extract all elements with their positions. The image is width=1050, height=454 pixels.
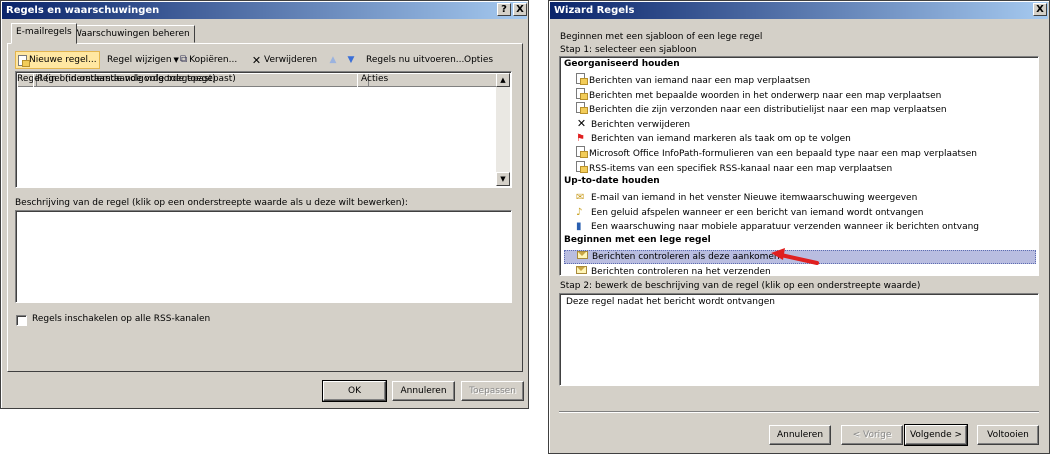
move-up-button[interactable]: ▲ [328, 51, 338, 69]
alert-icon: ✉ [576, 192, 585, 204]
template-item[interactable]: Berichten van iemand naar een map verpla… [576, 73, 811, 89]
description-label: Beschrijving van de regel (klik op een o… [15, 198, 408, 208]
delete-icon: ✕ [251, 53, 262, 67]
wizard-title: Wizard Regels [550, 2, 1048, 19]
back-button[interactable]: < Vorige [841, 425, 903, 445]
template-item[interactable]: Berichten die zijn verzonden naar een di… [576, 102, 947, 118]
options-button[interactable]: Opties [464, 51, 493, 69]
move-to-folder-icon [576, 146, 588, 162]
mobile-icon: ▮ [576, 221, 582, 233]
template-item-label: RSS-items van een specifiek RSS-kanaal n… [589, 163, 893, 174]
template-item-label: Berichten controleren als deze aankomen [592, 252, 780, 262]
template-item-label: Berichten die zijn verzonden naar een di… [589, 105, 947, 116]
template-item-label: E-mail van iemand in het venster Nieuwe … [591, 193, 918, 204]
template-item[interactable]: Microsoft Office InfoPath-formulieren va… [576, 146, 977, 162]
template-item-label: Een waarschuwing naar mobiele apparatuur… [591, 222, 980, 233]
copy-icon: ⧉ [180, 54, 188, 65]
envelope-icon [577, 250, 588, 264]
arrow-up-icon: ▲ [329, 55, 337, 65]
rss-rules-checkbox-label[interactable]: Regels inschakelen op alle RSS-kanalen [32, 314, 210, 324]
new-rule-icon [18, 54, 30, 67]
move-to-folder-icon [576, 102, 588, 118]
step2-label: Stap 2: bewerk de beschrijving van de re… [560, 281, 921, 291]
template-item[interactable]: Berichten controleren na het verzenden [576, 265, 771, 279]
step1-label: Stap 1: selecteer een sjabloon [560, 45, 697, 55]
rules-list-header: Regel (in onderstaande volgorde toegepas… [17, 73, 497, 87]
template-item[interactable]: ▮ Een waarschuwing naar mobiele apparatuu… [576, 220, 979, 234]
delete-icon: ✕ [576, 116, 587, 130]
template-list[interactable]: Georganiseerd houden Berichten van iemand… [559, 56, 1039, 279]
new-rule-button[interactable]: Nieuwe regel... [15, 51, 100, 69]
column-actions[interactable]: Acties [357, 73, 497, 87]
tab-email-rules[interactable]: E-mailregels [11, 23, 77, 44]
template-item-label: Berichten van iemand naar een map verpla… [589, 76, 811, 86]
envelope-icon [576, 265, 587, 279]
template-item-label: Berichten verwijderen [591, 119, 691, 130]
chevron-down-icon: ▼ [173, 56, 179, 64]
rss-rules-checkbox[interactable] [16, 315, 27, 326]
rules-alerts-dialog: Regels en waarschuwingen ? X E-mailregel… [0, 0, 529, 409]
rules-list[interactable]: Regel (in onderstaande volgorde toegepas… [15, 71, 512, 188]
move-to-folder-icon [576, 160, 588, 177]
column-rule-name[interactable]: Regel (in onderstaande volgorde toegepas… [33, 73, 369, 87]
rule-description-text: Deze regel nadat het bericht wordt ontva… [566, 297, 775, 307]
template-item[interactable]: ✉ E-mail van iemand in het venster Nieuwe… [576, 191, 917, 205]
finish-button[interactable]: Voltooien [977, 425, 1039, 445]
template-item-label: Berichten van iemand markeren als taak o… [591, 134, 851, 145]
rule-description-box[interactable] [15, 210, 512, 303]
wizard-cancel-button[interactable]: Annuleren [769, 425, 831, 445]
dialog-title: Regels en waarschuwingen [2, 2, 527, 19]
move-to-folder-icon [576, 73, 588, 89]
move-to-folder-icon [576, 87, 588, 104]
change-rule-button[interactable]: Regel wijzigen ▼ [107, 51, 179, 69]
template-item[interactable]: ⚑ Berichten van iemand markeren als taak … [576, 132, 851, 146]
help-button[interactable]: ? [497, 3, 511, 16]
template-item[interactable]: ♪ Een geluid afspelen wanneer er een beri… [576, 206, 923, 220]
ok-button[interactable]: OK [322, 380, 387, 402]
close-button[interactable]: X [513, 3, 527, 16]
template-item-label: Een geluid afspelen wanneer er een beric… [591, 207, 924, 218]
rule-description-editor[interactable]: Deze regel nadat het bericht wordt ontva… [559, 293, 1039, 386]
template-item[interactable]: ✕ Berichten verwijderen [576, 118, 690, 132]
run-rules-button[interactable]: Regels nu uitvoeren... [366, 51, 464, 69]
annotation-arrow [771, 248, 819, 265]
template-item[interactable]: Berichten met bepaalde woorden in het on… [576, 87, 942, 104]
delete-rule-button[interactable]: ✕ Verwijderen [251, 51, 317, 69]
copy-rule-button[interactable]: ⧉ Kopiëren... [180, 51, 237, 69]
scroll-down-button[interactable]: ▼ [496, 172, 510, 186]
rules-list-scrollbar[interactable]: ▲ ▼ [496, 73, 510, 186]
template-item-label: Microsoft Office InfoPath-formulieren va… [589, 149, 977, 159]
flag-icon: ⚑ [576, 133, 585, 145]
apply-button[interactable]: Toepassen [461, 381, 524, 401]
cancel-button[interactable]: Annuleren [392, 381, 455, 401]
wizard-intro: Beginnen met een sjabloon of een lege re… [560, 32, 763, 42]
next-button[interactable]: Volgende > [904, 424, 968, 446]
move-down-button[interactable]: ▼ [346, 51, 356, 69]
template-section-header: Beginnen met een lege regel [564, 235, 711, 245]
template-item-label: Berichten met bepaalde woorden in het on… [589, 90, 942, 101]
template-item[interactable]: RSS-items van een specifiek RSS-kanaal n… [576, 160, 893, 177]
scroll-up-button[interactable]: ▲ [496, 73, 510, 87]
template-section-header: Georganiseerd houden [564, 59, 680, 69]
template-item-label: Berichten controleren na het verzenden [591, 266, 771, 277]
tab-manage-alerts[interactable]: Waarschuwingen beheren [68, 25, 195, 43]
wizard-separator [559, 411, 1039, 413]
arrow-down-icon: ▼ [347, 55, 355, 65]
wizard-close-button[interactable]: X [1033, 3, 1047, 16]
rules-wizard-dialog: Wizard Regels X Beginnen met een sjabloo… [548, 0, 1050, 454]
sound-icon: ♪ [576, 206, 583, 218]
template-section-header: Up-to-date houden [564, 176, 660, 187]
